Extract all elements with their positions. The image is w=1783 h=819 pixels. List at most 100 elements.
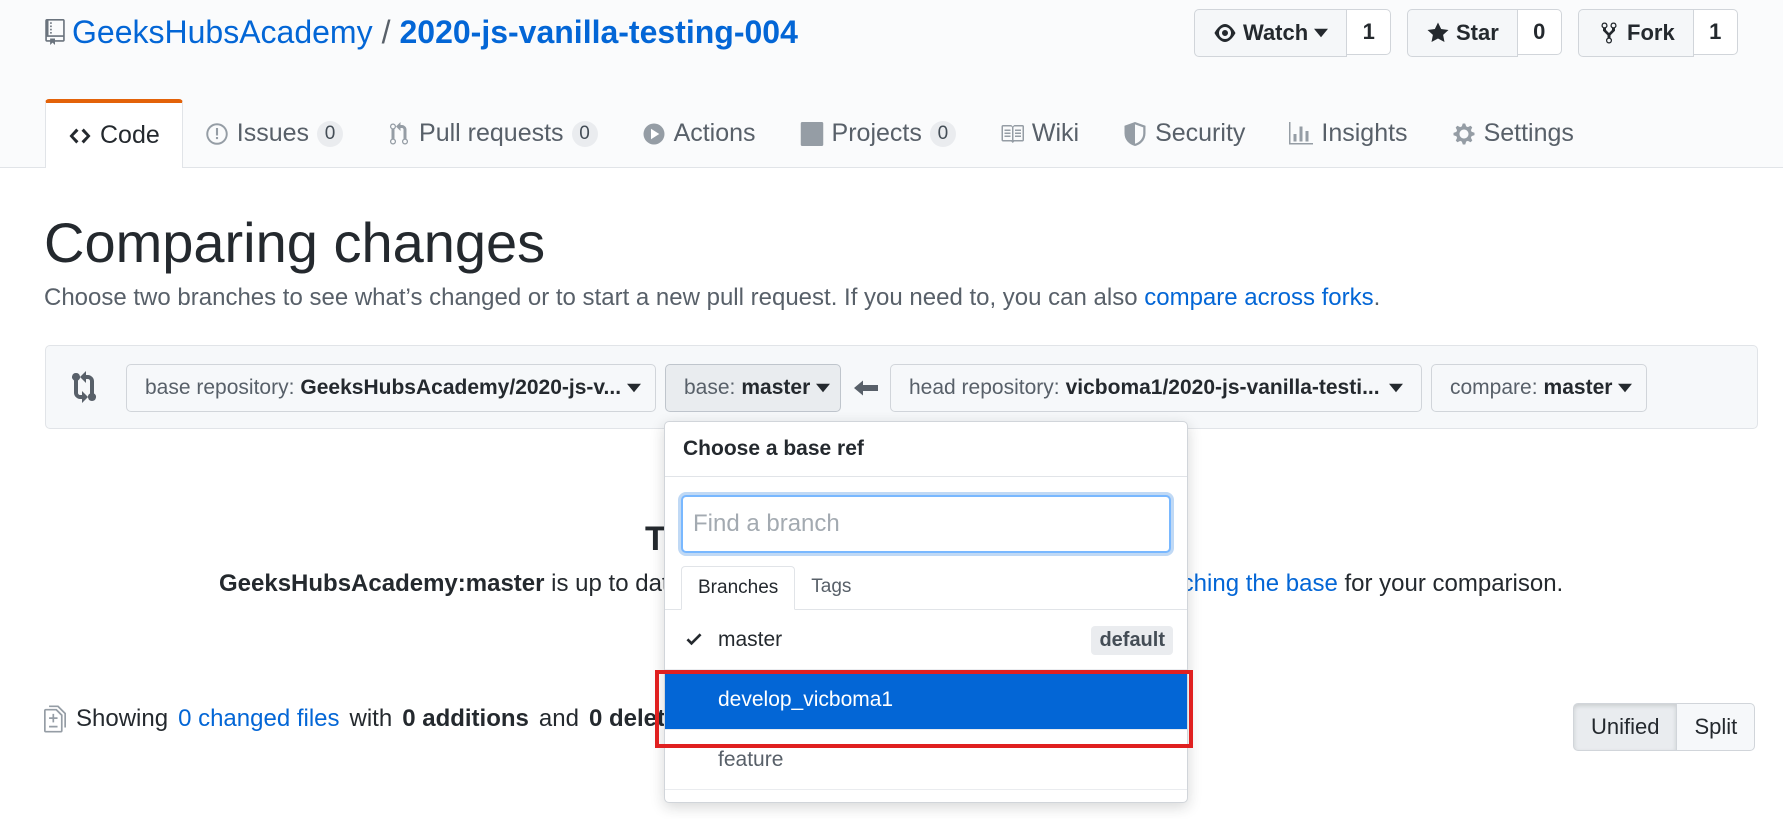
menu-tab-tags[interactable]: Tags <box>795 566 867 609</box>
repo-nav-tabs: Code Issues 0 Pull requests 0 Actions Pr… <box>45 99 1596 168</box>
star-count[interactable]: 0 <box>1517 9 1562 55</box>
head-repository-select[interactable]: head repository: vicboma1/2020-js-vanill… <box>890 364 1422 412</box>
menu-header: Choose a base ref <box>665 422 1187 477</box>
tab-actions-label: Actions <box>673 119 756 147</box>
base-prefix: base: <box>684 376 736 399</box>
base-branch-select[interactable]: base: master <box>665 364 841 412</box>
compare-branch-select[interactable]: compare: master <box>1431 364 1647 412</box>
unified-view-button[interactable]: Unified <box>1573 703 1678 751</box>
branch-filter-input[interactable] <box>681 495 1171 553</box>
repo-icon <box>45 19 65 45</box>
blankslate-end: for your comparison. <box>1344 570 1564 597</box>
caret-down-icon <box>1618 383 1633 393</box>
menu-tabs: Branches Tags <box>665 554 1187 610</box>
repo-name-link[interactable]: 2020-js-vanilla-testing-004 <box>399 14 797 51</box>
star-label: Star <box>1456 20 1499 45</box>
pull-request-icon <box>390 121 409 145</box>
tab-wiki-label: Wiki <box>1031 119 1080 147</box>
base-repo-prefix: base repository: <box>145 376 295 399</box>
head-repo-value: vicboma1/2020-js-vanilla-testi... <box>1065 376 1380 399</box>
diff-view-toggle: Unified Split <box>1573 703 1756 751</box>
tab-issues[interactable]: Issues 0 <box>183 99 365 168</box>
fork-count[interactable]: 1 <box>1693 9 1738 55</box>
file-diff-icon <box>44 705 66 733</box>
star-group: Star 0 <box>1407 9 1562 57</box>
projects-counter: 0 <box>929 120 956 147</box>
menu-tab-branches[interactable]: Branches <box>681 566 796 610</box>
arrow-left-icon <box>854 380 878 396</box>
range-editor: base repository: GeeksHubsAcademy/2020-j… <box>45 345 1758 429</box>
blankslate-text: is up to date <box>551 570 682 597</box>
repo-owner-link[interactable]: GeeksHubsAcademy <box>72 14 373 51</box>
diff-with: with <box>349 705 393 732</box>
base-repository-select[interactable]: base repository: GeeksHubsAcademy/2020-j… <box>126 364 656 412</box>
tab-actions[interactable]: Actions <box>620 99 778 168</box>
branch-item-master[interactable]: master default <box>665 610 1187 670</box>
project-icon <box>800 121 823 146</box>
graph-icon <box>1289 121 1314 144</box>
subtitle-end: . <box>1373 284 1381 311</box>
star-icon <box>1427 22 1449 42</box>
tab-code[interactable]: Code <box>45 99 183 168</box>
compare-across-forks-link[interactable]: compare across forks <box>1144 284 1373 311</box>
issues-counter: 0 <box>317 120 344 147</box>
tab-wiki[interactable]: Wiki <box>978 99 1101 168</box>
eye-icon <box>1214 24 1236 42</box>
split-view-button[interactable]: Split <box>1677 703 1756 751</box>
caret-down-icon <box>627 383 642 393</box>
diff-and: and <box>538 705 579 732</box>
base-value: master <box>741 376 811 399</box>
caret-down-icon <box>1314 28 1329 38</box>
watch-group: Watch 1 <box>1194 9 1392 57</box>
tab-projects[interactable]: Projects 0 <box>778 99 978 168</box>
annotation-highlight-box <box>655 670 1193 748</box>
watch-count[interactable]: 1 <box>1347 9 1392 55</box>
pull-requests-counter: 0 <box>571 120 598 147</box>
tab-settings-label: Settings <box>1483 119 1574 147</box>
tab-settings[interactable]: Settings <box>1430 99 1596 168</box>
star-button[interactable]: Star <box>1407 9 1518 57</box>
blankslate-description: GeeksHubsAcademy:master is up to date <box>219 570 682 598</box>
default-badge: default <box>1091 626 1173 655</box>
tab-pull-requests[interactable]: Pull requests 0 <box>365 99 620 168</box>
repo-title: GeeksHubsAcademy / 2020-js-vanilla-testi… <box>44 10 798 54</box>
page-title: Comparing changes <box>44 211 546 274</box>
watch-label: Watch <box>1243 20 1309 45</box>
tab-pull-requests-label: Pull requests <box>419 119 564 147</box>
diff-showing: Showing <box>76 705 169 732</box>
tab-security[interactable]: Security <box>1101 99 1267 168</box>
caret-down-icon <box>1389 383 1403 393</box>
tab-insights-label: Insights <box>1321 119 1408 147</box>
code-icon <box>69 128 91 143</box>
page-subtitle: Choose two branches to see what’s change… <box>44 284 1380 312</box>
base-repo-value: GeeksHubsAcademy/2020-js-v... <box>300 376 622 399</box>
swap-branches-icon[interactable] <box>72 371 104 403</box>
watch-button[interactable]: Watch <box>1194 9 1348 57</box>
issue-icon <box>206 122 228 145</box>
gear-icon <box>1453 123 1475 144</box>
diff-additions: 0 additions <box>402 705 529 732</box>
fork-label: Fork <box>1627 20 1675 45</box>
branch-name: master <box>718 627 783 651</box>
shield-icon <box>1124 121 1146 146</box>
repo-separator: / <box>381 13 391 50</box>
tab-insights[interactable]: Insights <box>1267 99 1429 168</box>
switching-base-link[interactable]: tching the base <box>1175 570 1338 597</box>
tab-security-label: Security <box>1155 119 1246 147</box>
branch-name: feature <box>718 747 784 771</box>
tab-issues-label: Issues <box>236 119 310 147</box>
blankslate-title: T <box>645 520 666 558</box>
head-repo-prefix: head repository: <box>909 376 1060 399</box>
fork-button[interactable]: Fork <box>1578 9 1694 57</box>
fork-group: Fork 1 <box>1578 9 1738 57</box>
blankslate-description-right: tching the base for your comparison. <box>1175 570 1563 598</box>
compare-value: master <box>1543 376 1613 399</box>
check-icon <box>686 633 702 646</box>
play-icon <box>643 123 665 144</box>
tab-projects-label: Projects <box>831 119 922 147</box>
blankslate-ref: GeeksHubsAcademy:master <box>219 570 545 597</box>
changed-files-link[interactable]: 0 changed files <box>178 705 339 733</box>
tab-code-label: Code <box>100 121 160 149</box>
book-icon <box>1001 124 1024 143</box>
subtitle-text: Choose two branches to see what’s change… <box>44 284 1138 311</box>
